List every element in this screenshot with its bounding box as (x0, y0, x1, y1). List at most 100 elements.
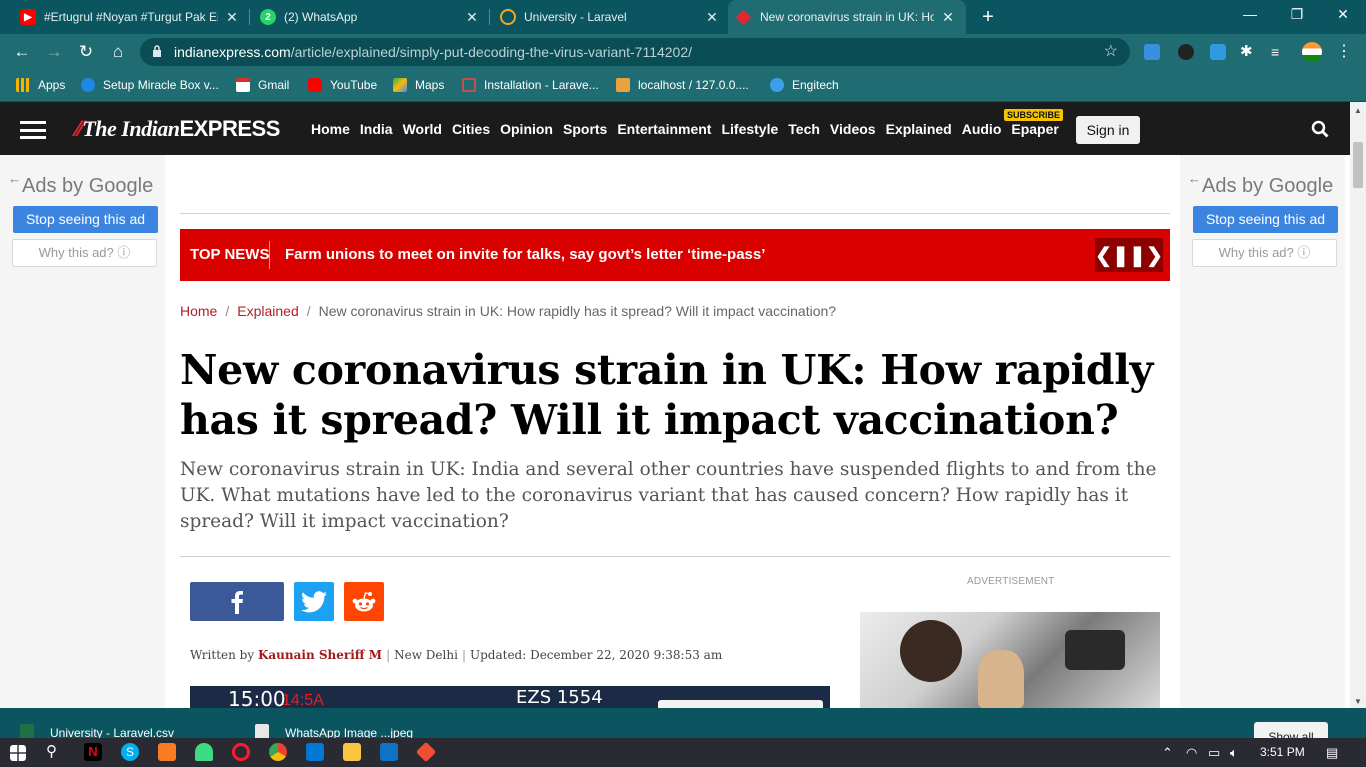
sidebar-ad-image[interactable] (860, 612, 1160, 708)
site-logo[interactable]: ⁄⁄The IndianEXPRESS (76, 116, 280, 142)
back-arrow-icon[interactable]: ← (1188, 171, 1201, 186)
puzzle-icon[interactable]: ✱ (1240, 44, 1256, 60)
engitech-icon (770, 78, 784, 92)
ads-by-label: Ads by (22, 175, 84, 197)
bookmark-localhost[interactable]: localhost / 127.0.0.... (616, 78, 749, 92)
netflix-icon[interactable]: N (84, 743, 102, 761)
byline: Written by Kaunain Sheriff M | New Delhi | U… (190, 648, 723, 662)
pause-icon[interactable]: ❚❚ (1112, 243, 1146, 268)
article-hero-image[interactable]: 15:00 14:5A EZS 1554 (190, 686, 830, 708)
tab-laravel[interactable]: University - Laravel ✕ (490, 0, 730, 34)
page-scrollbar[interactable]: ▲ ▼ (1350, 102, 1366, 708)
file-explorer-icon[interactable] (343, 743, 361, 761)
profile-avatar[interactable] (1302, 42, 1322, 62)
battery-icon[interactable]: ▭ (1208, 745, 1220, 761)
chevron-right-icon[interactable]: ❯ (1146, 243, 1163, 268)
nav-india[interactable]: India (360, 121, 393, 137)
ads-by-google: ←Ads by Google (1188, 171, 1333, 198)
stop-seeing-ad-button[interactable]: Stop seeing this ad (1193, 206, 1338, 233)
written-by-label: Written by (190, 648, 255, 662)
minimize-button[interactable]: — (1240, 6, 1260, 22)
author-link[interactable]: Kaunain Sheriff M (258, 648, 382, 662)
restore-button[interactable]: ❐ (1287, 6, 1307, 23)
bookmark-engitech[interactable]: Engitech (770, 78, 839, 92)
nav-explained[interactable]: Explained (886, 121, 952, 137)
tab-indianexpress[interactable]: New coronavirus strain in UK: Ho ✕ (728, 0, 966, 34)
close-window-button[interactable]: ✕ (1333, 6, 1353, 23)
wifi-icon[interactable]: ◠ (1186, 745, 1197, 761)
tab-title: #Ertugrul #Noyan #Turgut Pak Er (44, 10, 218, 24)
reload-icon[interactable]: ↻ (76, 42, 96, 62)
vscode-icon[interactable] (380, 743, 398, 761)
bookmark-apps[interactable]: Apps (16, 78, 65, 92)
opera-icon[interactable] (232, 743, 250, 761)
nav-lifestyle[interactable]: Lifestyle (721, 121, 778, 137)
forward-arrow-icon[interactable]: → (44, 42, 64, 62)
scroll-up-icon[interactable]: ▲ (1354, 106, 1362, 115)
stop-seeing-ad-button[interactable]: Stop seeing this ad (13, 206, 158, 233)
nav-world[interactable]: World (403, 121, 442, 137)
facebook-share-button[interactable] (190, 582, 284, 621)
bookmark-youtube[interactable]: YouTube (308, 78, 377, 92)
close-tab-icon[interactable]: ✕ (704, 9, 720, 26)
taskbar-clock[interactable]: 3:51 PM (1260, 745, 1305, 759)
android-studio-icon[interactable] (195, 743, 213, 761)
why-this-ad-button[interactable]: Why this ad? ⓘ (1192, 239, 1337, 267)
breadcrumb-explained[interactable]: Explained (237, 303, 299, 319)
tab-title: (2) WhatsApp (284, 10, 358, 24)
extension-icon[interactable] (1178, 44, 1194, 60)
scrollbar-thumb[interactable] (1353, 142, 1363, 188)
reddit-share-button[interactable] (344, 582, 384, 621)
bookmark-star-icon[interactable]: ☆ (1104, 41, 1118, 61)
nav-sports[interactable]: Sports (563, 121, 607, 137)
back-arrow-icon[interactable]: ← (12, 42, 32, 62)
sign-in-button[interactable]: Sign in (1076, 116, 1140, 144)
tab-youtube[interactable]: ▶ #Ertugrul #Noyan #Turgut Pak Er ✕ (10, 0, 250, 34)
extension-icon[interactable] (1210, 44, 1226, 60)
nav-epaper[interactable]: Epaper (1011, 121, 1058, 137)
nav-tech[interactable]: Tech (788, 121, 820, 137)
volume-icon[interactable]: 🔈︎ (1230, 745, 1238, 761)
tab-whatsapp[interactable]: 2 (2) WhatsApp ✕ (250, 0, 490, 34)
chevron-up-icon[interactable]: ⌃ (1162, 745, 1173, 761)
xampp-icon[interactable] (158, 743, 176, 761)
nav-entertainment[interactable]: Entertainment (617, 121, 711, 137)
top-news-headline[interactable]: Farm unions to meet on invite for talks,… (285, 246, 765, 263)
hamburger-menu-icon[interactable] (20, 121, 46, 139)
mail-icon[interactable] (306, 743, 324, 761)
close-tab-icon[interactable]: ✕ (224, 9, 240, 26)
download-extension-icon[interactable] (1144, 44, 1160, 60)
windows-start-icon[interactable] (10, 745, 26, 761)
article-headline: New coronavirus strain in UK: How rapidl… (180, 346, 1154, 444)
nav-audio[interactable]: Audio (962, 121, 1002, 137)
bookmark-miraclebox[interactable]: Setup Miracle Box v... (81, 78, 219, 92)
git-icon[interactable] (415, 741, 437, 763)
chevron-left-icon[interactable]: ❮ (1095, 243, 1112, 268)
bookmark-gmail[interactable]: Gmail (236, 78, 289, 92)
search-icon[interactable]: ⚲ (46, 743, 64, 761)
new-tab-button[interactable]: + (978, 6, 998, 29)
back-arrow-icon[interactable]: ← (8, 171, 21, 186)
media-control-icon[interactable]: ≡ (1271, 44, 1287, 60)
scroll-down-icon[interactable]: ▼ (1354, 697, 1362, 706)
bookmark-laravel-install[interactable]: Installation - Larave... (462, 78, 599, 92)
notification-icon[interactable]: ▤ (1326, 745, 1338, 761)
home-icon[interactable]: ⌂ (108, 42, 128, 62)
close-tab-icon[interactable]: ✕ (940, 9, 956, 26)
bookmark-maps[interactable]: Maps (393, 78, 444, 92)
breadcrumb-home[interactable]: Home (180, 303, 217, 319)
chrome-icon[interactable] (269, 743, 287, 761)
search-icon[interactable] (1311, 120, 1329, 138)
address-bar[interactable]: indianexpress.com/article/explained/simp… (140, 38, 1130, 66)
nav-cities[interactable]: Cities (452, 121, 490, 137)
site-icon (81, 78, 95, 92)
subscribe-badge[interactable]: SUBSCRIBE (1004, 109, 1064, 121)
menu-kebab-icon[interactable]: ⋮ (1336, 44, 1352, 60)
nav-home[interactable]: Home (311, 121, 350, 137)
nav-videos[interactable]: Videos (830, 121, 876, 137)
why-this-ad-button[interactable]: Why this ad? ⓘ (12, 239, 157, 267)
nav-opinion[interactable]: Opinion (500, 121, 553, 137)
twitter-share-button[interactable] (294, 582, 334, 621)
skype-icon[interactable]: S (121, 743, 139, 761)
close-tab-icon[interactable]: ✕ (464, 9, 480, 26)
